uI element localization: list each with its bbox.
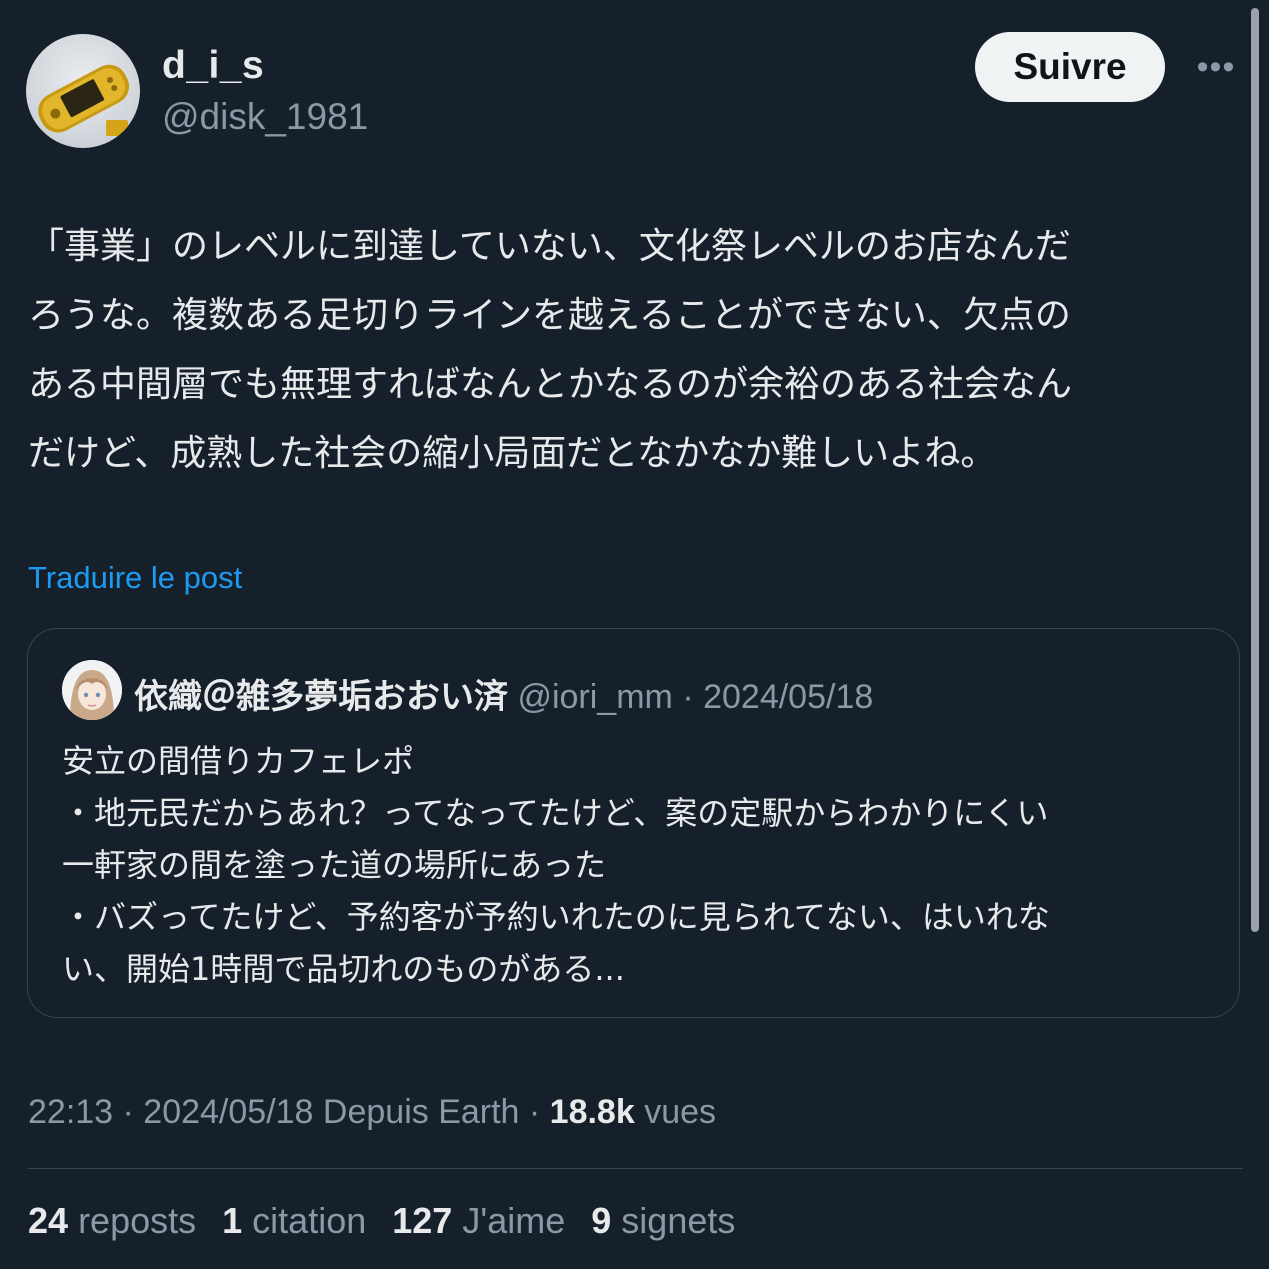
quoted-tweet-text: 安立の間借りカフェレポ ・地元民だからあれ？ってなってたけど、案の定駅からわかり…: [62, 742, 1050, 988]
stat-citations[interactable]: 1 citation: [222, 1200, 366, 1242]
divider: [28, 1168, 1243, 1169]
author-handle[interactable]: @disk_1981: [162, 96, 368, 138]
tweet-metadata: 22:13 · 2024/05/18 Depuis Earth · 18.8k …: [28, 1093, 716, 1132]
stat-count: 1: [222, 1200, 243, 1241]
stat-count: 24: [28, 1200, 69, 1241]
views-count: 18.8k: [549, 1093, 635, 1131]
author-avatar[interactable]: [26, 34, 140, 148]
quoted-tweet-header: 依織＠雑多夢垢おおい済 @iori_mm · 2024/05/18: [134, 669, 873, 718]
quoted-author-handle: @iori_mm: [517, 678, 673, 716]
engagement-stats: 24 reposts 1 citation 127 J'aime 9 signe…: [28, 1200, 761, 1242]
stat-count: 9: [591, 1200, 612, 1241]
quoted-author-avatar: [62, 660, 122, 720]
stat-label: signets: [621, 1200, 736, 1241]
scrollbar[interactable]: [1251, 8, 1259, 932]
meta-separator: ·: [672, 678, 704, 716]
author-display-name[interactable]: d_i_s: [162, 44, 264, 88]
tweet-text: 「事業」のレベルに到達していない、文化祭レベルのお店なんだ ろうな。複数ある足切…: [28, 226, 1073, 474]
stat-label: reposts: [78, 1200, 197, 1241]
anime-girl-avatar-icon: [62, 660, 122, 720]
translate-post-link[interactable]: Traduire le post: [28, 560, 242, 596]
stat-reposts[interactable]: 24 reposts: [28, 1200, 196, 1242]
stat-count: 127: [392, 1200, 453, 1241]
quoted-tweet-date: 2024/05/18: [703, 678, 874, 716]
stat-likes[interactable]: 127 J'aime: [392, 1200, 565, 1242]
handheld-console-avatar-icon: [38, 64, 130, 136]
stat-label: citation: [252, 1200, 367, 1241]
stat-bookmarks[interactable]: 9 signets: [591, 1200, 735, 1242]
quoted-tweet-card[interactable]: 依織＠雑多夢垢おおい済 @iori_mm · 2024/05/18 安立の間借り…: [27, 628, 1240, 1018]
views-label: vues: [634, 1093, 717, 1131]
time-date-source[interactable]: 22:13 · 2024/05/18 Depuis Earth ·: [28, 1093, 550, 1131]
more-options-icon[interactable]: •••: [1192, 48, 1240, 86]
stat-label: J'aime: [462, 1200, 566, 1241]
quoted-author-name: 依織＠雑多夢垢おおい済: [134, 677, 508, 717]
follow-button[interactable]: Suivre: [975, 32, 1165, 102]
